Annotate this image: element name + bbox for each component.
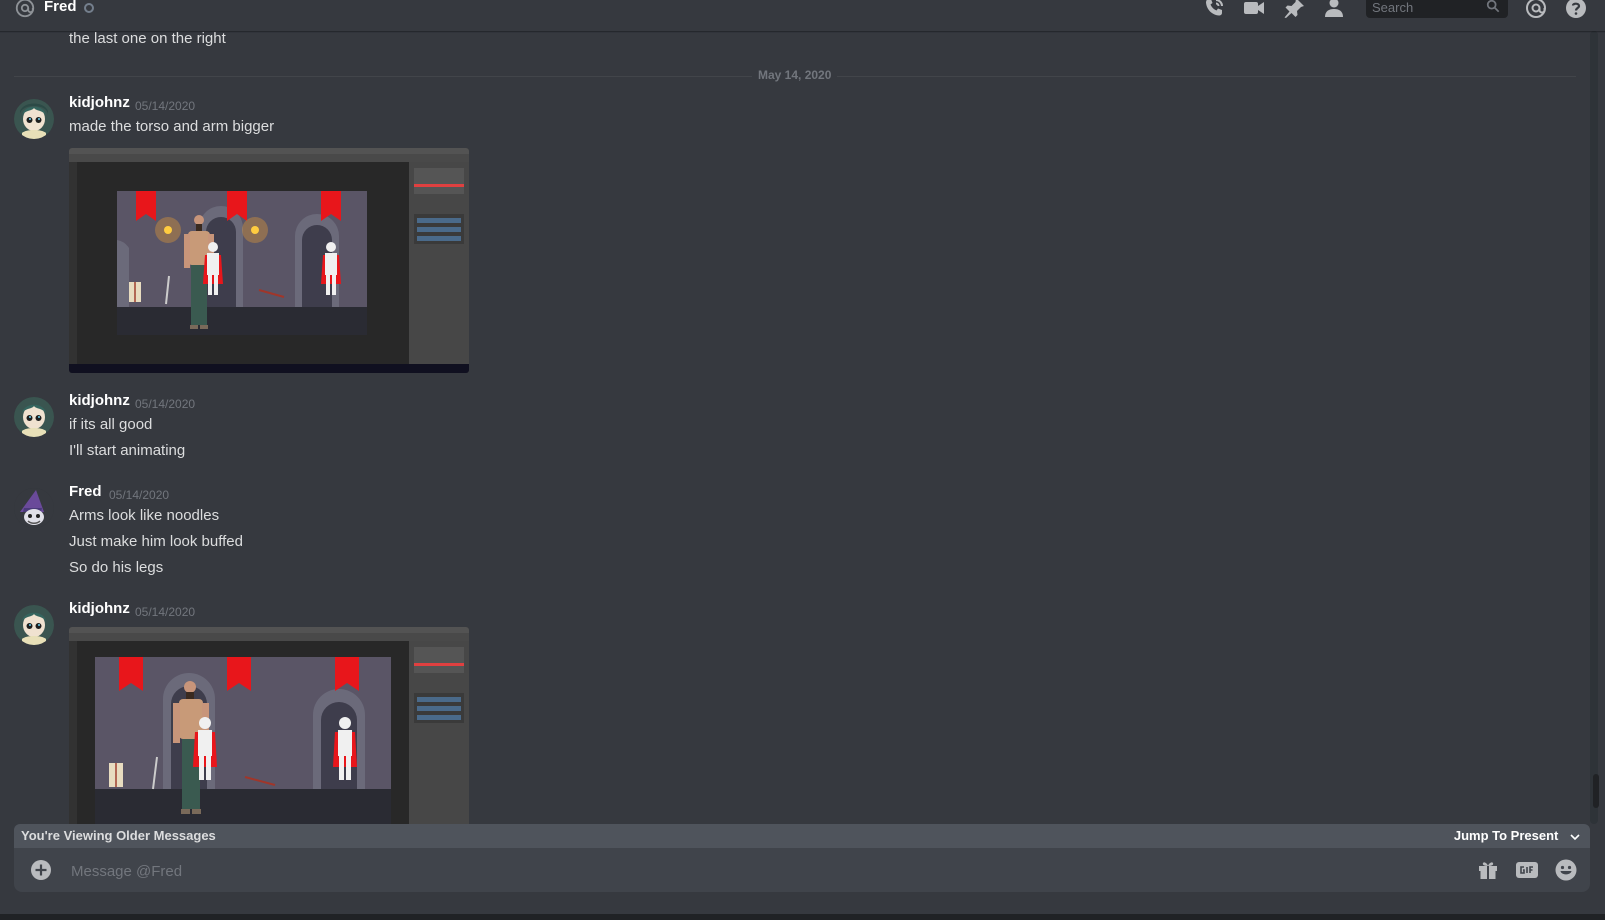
avatar-image [14, 605, 54, 645]
message-username[interactable]: kidjohnz [69, 94, 130, 111]
image-attachment[interactable] [69, 148, 469, 373]
search-bar[interactable] [1366, 0, 1508, 18]
search-input[interactable] [1366, 0, 1482, 18]
gif-icon[interactable] [1515, 858, 1539, 882]
add-friend-icon[interactable] [1322, 0, 1346, 20]
message-username[interactable]: Fred [69, 483, 102, 500]
avatar[interactable] [14, 605, 54, 645]
message-text: Arms look like noodles [69, 507, 220, 524]
message-timestamp: 05/14/2020 [135, 397, 196, 411]
gift-icon[interactable] [1476, 858, 1500, 882]
message-text: if its all good [69, 416, 153, 433]
attachment-image [69, 148, 469, 373]
date-divider-label: May 14, 2020 [752, 68, 838, 82]
at-icon [15, 0, 35, 18]
avatar[interactable] [14, 99, 54, 139]
message-timestamp: 05/14/2020 [135, 99, 196, 113]
attachment-image [69, 627, 469, 824]
plus-icon[interactable] [30, 859, 52, 881]
message-composer [14, 848, 1590, 894]
phone-call-icon[interactable] [1202, 0, 1226, 20]
message-text: Just make him look buffed [69, 533, 243, 550]
mentions-icon[interactable] [1524, 0, 1548, 20]
chevron-down-icon [1570, 833, 1580, 840]
message-list[interactable]: the last one on the right May 14, 2020 k… [0, 31, 1590, 824]
pin-icon[interactable] [1282, 0, 1306, 20]
scrollbar-thumb[interactable] [1593, 774, 1599, 808]
avatar-image [14, 488, 54, 528]
avatar[interactable] [14, 488, 54, 528]
older-messages-bar: You're Viewing Older Messages Jump To Pr… [14, 824, 1590, 848]
avatar[interactable] [14, 397, 54, 437]
channel-header: Fred [0, 0, 1605, 31]
message-text: made the torso and arm bigger [69, 118, 275, 135]
message-timestamp: 05/14/2020 [135, 605, 196, 619]
message-timestamp: 05/14/2020 [109, 488, 170, 502]
message-text: So do his legs [69, 559, 164, 576]
video-call-icon[interactable] [1242, 0, 1266, 20]
window-bottom-edge [0, 914, 1605, 920]
emoji-icon[interactable] [1554, 858, 1578, 882]
channel-name: Fred [44, 0, 77, 15]
avatar-image [14, 397, 54, 437]
jump-to-present-button[interactable]: Jump To Present [1454, 828, 1580, 843]
image-attachment[interactable] [69, 627, 469, 824]
search-icon [1486, 0, 1500, 13]
chat-app: Fred Search the last one on the right Ma… [0, 0, 1605, 920]
message-input[interactable] [69, 848, 1453, 894]
offline-status-icon [84, 3, 94, 13]
message-username[interactable]: kidjohnz [69, 392, 130, 409]
scrollbar-track[interactable] [1590, 31, 1598, 824]
help-icon[interactable] [1564, 0, 1588, 20]
message-text: the last one on the right [69, 31, 226, 47]
avatar-image [14, 99, 54, 139]
message-text: I'll start animating [69, 442, 186, 459]
message-username[interactable]: kidjohnz [69, 600, 130, 617]
jump-to-present-label: Jump To Present [1453, 828, 1559, 843]
older-messages-label: You're Viewing Older Messages [21, 828, 216, 843]
